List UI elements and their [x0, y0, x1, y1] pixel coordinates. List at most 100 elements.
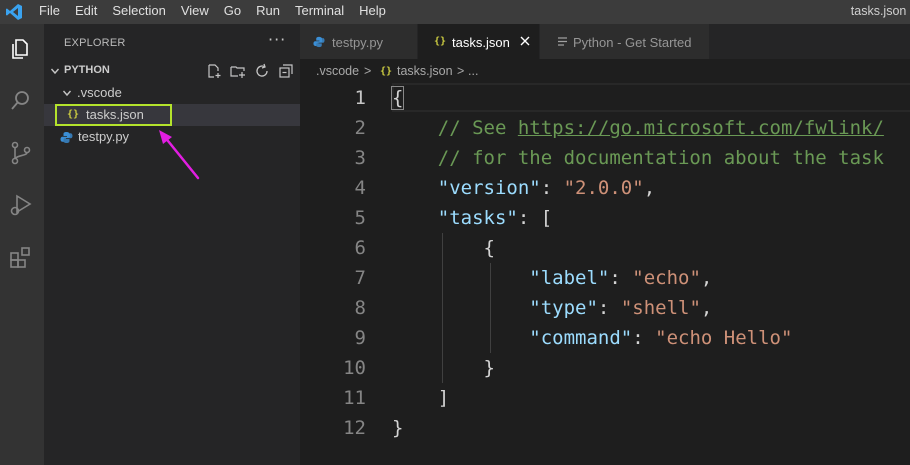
- tab-label: Python - Get Started: [573, 35, 692, 50]
- files-icon[interactable]: [8, 36, 34, 62]
- code-token-punct: :: [632, 327, 656, 349]
- breadcrumb: .vscode > {} tasks.json > ...: [300, 59, 910, 83]
- code-token-link[interactable]: https://go.microsoft.com/fwlink/: [518, 117, 884, 139]
- code-token-punct: }: [392, 417, 404, 439]
- line-number: 7: [354, 267, 366, 289]
- breadcrumb-symbol[interactable]: ...: [468, 64, 478, 78]
- breadcrumb-file[interactable]: tasks.json: [397, 64, 453, 78]
- code-token-key: "type": [529, 297, 598, 319]
- code-line[interactable]: // See https://go.microsoft.com/fwlink/: [392, 113, 884, 143]
- menu-go[interactable]: Go: [224, 0, 241, 24]
- new-file-icon[interactable]: [206, 63, 222, 79]
- search-icon[interactable]: [8, 88, 34, 114]
- code-line[interactable]: // for the documentation about the task: [392, 143, 884, 173]
- code-token-punct: ,: [643, 177, 656, 199]
- menu-file[interactable]: File: [39, 0, 60, 24]
- code-line[interactable]: "label": "echo",: [392, 263, 712, 293]
- chevron-down-icon: [62, 90, 72, 97]
- tree-folder-vscode[interactable]: .vscode: [44, 82, 300, 104]
- code-token-key: "command": [529, 327, 633, 349]
- menu-help[interactable]: Help: [359, 0, 386, 24]
- code-token-key: "version": [437, 177, 541, 199]
- explorer-title: EXPLORER: [64, 37, 126, 49]
- code-token-punct: }: [483, 357, 495, 379]
- breadcrumb-folder[interactable]: .vscode: [316, 64, 359, 78]
- json-file-icon: {}: [434, 36, 447, 47]
- title-bar: File Edit Selection View Go Run Terminal…: [0, 0, 910, 24]
- source-control-icon[interactable]: [8, 140, 34, 166]
- vscode-logo-icon[interactable]: [5, 3, 23, 21]
- code-token-punct: {: [390, 86, 405, 110]
- run-debug-icon[interactable]: [8, 192, 34, 218]
- menu-view[interactable]: View: [181, 0, 209, 24]
- code-line[interactable]: "type": "shell",: [392, 293, 712, 323]
- window-title: tasks.json -: [850, 4, 910, 18]
- tree-item-label: .vscode: [77, 85, 122, 100]
- highlight-box-annotation: [55, 104, 172, 126]
- code-line[interactable]: "version": "2.0.0",: [392, 173, 655, 203]
- new-folder-icon[interactable]: [230, 63, 246, 79]
- python-file-icon: [60, 132, 73, 143]
- editor-tab-bar: testpy.py {} tasks.json Python - Get Sta…: [300, 24, 910, 59]
- code-token-comment: // for the documentation about the task: [437, 147, 884, 169]
- menu-run[interactable]: Run: [256, 0, 280, 24]
- line-number: 8: [354, 297, 366, 319]
- line-number: 11: [343, 387, 366, 409]
- folder-header[interactable]: PYTHON: [44, 60, 300, 82]
- indent-guide: [442, 233, 443, 383]
- preview-icon: [558, 37, 567, 46]
- json-file-icon: {}: [380, 66, 393, 77]
- python-file-icon: [313, 36, 325, 48]
- tree-item-label: testpy.py: [78, 129, 130, 144]
- breadcrumb-separator: >: [457, 64, 465, 78]
- menu-terminal[interactable]: Terminal: [295, 0, 344, 24]
- code-token-comment: // See: [437, 117, 518, 139]
- chevron-down-icon: [50, 68, 60, 75]
- tab-tasks-json[interactable]: {} tasks.json: [418, 24, 540, 59]
- code-line[interactable]: ]: [392, 383, 449, 413]
- code-token-punct: :: [609, 267, 633, 289]
- code-line[interactable]: }: [392, 353, 495, 383]
- extensions-icon[interactable]: [8, 244, 34, 270]
- tab-label: testpy.py: [332, 35, 384, 50]
- tab-python-get-started[interactable]: Python - Get Started: [540, 24, 710, 59]
- code-line[interactable]: "command": "echo Hello": [392, 323, 792, 353]
- code-token-str: "echo Hello": [655, 327, 793, 349]
- menu-bar: File Edit Selection View Go Run Terminal…: [39, 0, 401, 24]
- line-number: 2: [354, 117, 366, 139]
- code-token-punct: {: [483, 237, 495, 259]
- code-token-str: "2.0.0": [563, 177, 644, 199]
- tab-testpy[interactable]: testpy.py: [300, 24, 418, 59]
- code-line[interactable]: {: [390, 83, 405, 113]
- code-line[interactable]: }: [392, 413, 403, 443]
- activity-bar: [0, 24, 44, 465]
- code-editor[interactable]: 1 2 3 4 5 6 7 8 9 10 11 12 { // See https://go.micr…: [300, 83, 910, 465]
- line-number: 12: [343, 417, 366, 439]
- line-number: 5: [354, 207, 366, 229]
- menu-edit[interactable]: Edit: [75, 0, 97, 24]
- code-token-str: "echo": [632, 267, 701, 289]
- code-token-key: "tasks": [437, 207, 518, 229]
- close-icon[interactable]: [519, 35, 531, 47]
- current-line-highlight: [392, 83, 910, 112]
- breadcrumb-separator: >: [364, 64, 372, 78]
- code-token-punct: ,: [700, 267, 713, 289]
- code-token-punct: :: [540, 177, 564, 199]
- code-token-punct: ]: [437, 387, 450, 409]
- collapse-all-icon[interactable]: [278, 63, 294, 79]
- menu-selection[interactable]: Selection: [112, 0, 165, 24]
- code-token-punct: :: [597, 297, 621, 319]
- indent-guide: [490, 263, 491, 353]
- line-number: 3: [354, 147, 366, 169]
- code-token-punct: ,: [700, 297, 713, 319]
- refresh-icon[interactable]: [254, 63, 270, 79]
- line-number: 4: [354, 177, 366, 199]
- code-line[interactable]: {: [392, 233, 495, 263]
- folder-name: PYTHON: [64, 64, 110, 76]
- code-token-punct: : [: [517, 207, 553, 229]
- annotation-arrow-icon: [159, 130, 200, 180]
- more-actions-icon[interactable]: ···: [268, 30, 286, 49]
- code-line[interactable]: "tasks": [: [392, 203, 552, 233]
- line-number: 1: [354, 87, 366, 109]
- line-number: 6: [354, 237, 366, 259]
